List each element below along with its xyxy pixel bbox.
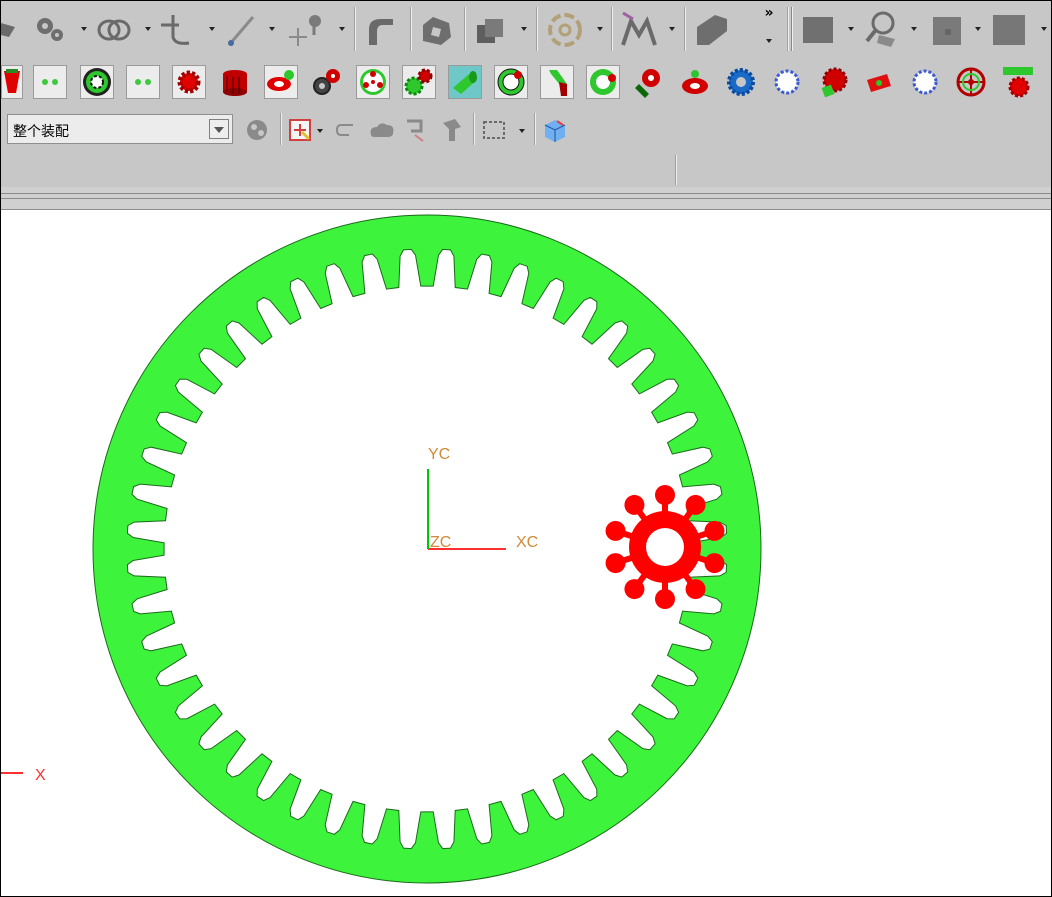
red-cylinder-gear-icon[interactable]	[218, 65, 252, 99]
green-red-gears-icon[interactable]	[402, 65, 436, 99]
arrow-icon[interactable]	[333, 119, 357, 141]
gear-settings-icon[interactable]	[31, 13, 69, 45]
gear-pair-icon[interactable]	[310, 65, 344, 99]
dropdown-arrow[interactable]	[669, 27, 675, 31]
dropdown-arrow[interactable]	[766, 39, 772, 43]
dropdown-arrow[interactable]	[339, 27, 345, 31]
dropdown-arrow[interactable]	[597, 27, 603, 31]
green-torus-icon[interactable]	[586, 65, 620, 99]
toolbar-grip[interactable]	[791, 7, 792, 51]
dropdown-arrow[interactable]	[81, 27, 87, 31]
move-icon[interactable]	[617, 9, 663, 49]
3d-box-icon[interactable]	[541, 117, 569, 143]
red-spur-gear-icon[interactable]	[172, 65, 206, 99]
red-gear-icon[interactable]	[1, 65, 23, 99]
separator	[280, 113, 281, 145]
planetary-gear-icon[interactable]	[356, 65, 390, 99]
view-icon[interactable]	[799, 11, 839, 49]
graphics-viewport[interactable]: XC YC ZC X	[1, 210, 1051, 896]
blue-outline-gear-icon[interactable]	[770, 65, 804, 99]
select-icon[interactable]	[287, 117, 313, 143]
dropdown-arrow[interactable]	[145, 27, 151, 31]
dots-icon[interactable]	[33, 65, 67, 99]
separator	[684, 7, 685, 51]
rectangle-select-icon[interactable]	[481, 117, 507, 143]
dropdown-arrow[interactable]	[269, 27, 275, 31]
fit-icon[interactable]	[989, 11, 1029, 49]
body-icon[interactable]	[415, 11, 459, 49]
dropdown-arrow[interactable]	[317, 129, 323, 133]
separator	[787, 7, 788, 51]
dropdown-arrow[interactable]	[911, 27, 917, 31]
dropdown-arrow[interactable]	[975, 27, 981, 31]
point-icon[interactable]	[285, 11, 329, 49]
separator	[473, 113, 474, 145]
sketch-line-icon[interactable]	[159, 11, 199, 49]
red-bevel-gear-icon[interactable]	[632, 65, 666, 99]
separator	[534, 113, 535, 145]
dropdown-arrow[interactable]	[519, 129, 525, 133]
selection-toolbar: 整个装配	[1, 105, 1051, 154]
cue-line	[1, 155, 675, 183]
separator	[410, 7, 411, 51]
separator	[464, 7, 465, 51]
main-toolbar: »	[1, 1, 1051, 60]
dropdown-arrow[interactable]	[521, 27, 527, 31]
separator	[536, 7, 537, 51]
curve-icon[interactable]	[223, 11, 259, 49]
rack-icon[interactable]	[540, 65, 574, 99]
dropdown-arrow[interactable]	[848, 27, 854, 31]
gear-scene[interactable]: XC YC ZC X	[1, 210, 1051, 896]
cue-line-bar	[1, 153, 1051, 188]
nx-window: » 整个装配 XC YC ZC X	[0, 0, 1052, 897]
spring-icon[interactable]	[95, 13, 135, 47]
wheel-icon[interactable]	[954, 65, 988, 99]
red-worm-gear-icon[interactable]	[816, 65, 850, 99]
shaft-icon[interactable]	[448, 65, 482, 99]
feature-operation-icon[interactable]	[1, 15, 17, 43]
zc-axis-label: ZC	[430, 534, 451, 551]
assembly-filter-value: 整个装配	[13, 124, 69, 140]
absolute-x-axis-label: X	[35, 767, 46, 784]
internal-gear-icon[interactable]	[80, 65, 114, 99]
toolbar-overflow-button[interactable]: »	[759, 5, 779, 21]
dropdown-arrow[interactable]	[1041, 27, 1047, 31]
chevron-down-icon[interactable]	[209, 119, 229, 139]
gear-toolbar	[1, 59, 1051, 106]
assembly-filter-select[interactable]: 整个装配	[7, 114, 233, 144]
green-red-rack-icon[interactable]	[1000, 65, 1034, 99]
yc-axis-label: YC	[428, 446, 450, 463]
red-ring-gear-icon[interactable]	[264, 65, 298, 99]
separator	[675, 155, 676, 185]
resize-splitter[interactable]	[1, 187, 1051, 210]
red-torus-icon[interactable]	[678, 65, 712, 99]
red-helical-gear-icon[interactable]	[862, 65, 896, 99]
copy-icon[interactable]	[471, 11, 511, 49]
assembly-view-icon[interactable]	[243, 117, 271, 143]
rotate-pattern-icon[interactable]	[543, 11, 589, 49]
layer-icon[interactable]	[927, 11, 967, 49]
separator	[611, 7, 612, 51]
dropdown-arrow[interactable]	[209, 27, 215, 31]
boolean-icon[interactable]	[691, 9, 735, 49]
status-line	[677, 155, 1051, 183]
separator	[354, 7, 355, 51]
blend-icon[interactable]	[361, 11, 401, 49]
hand-icon[interactable]	[437, 115, 465, 143]
green-ring-icon[interactable]	[494, 65, 528, 99]
constraint-icon[interactable]	[401, 115, 429, 143]
zoom-icon[interactable]	[861, 9, 901, 49]
xc-axis-label: XC	[516, 534, 538, 551]
dots-icon[interactable]	[126, 65, 160, 99]
cloud-icon[interactable]	[367, 119, 395, 141]
blue-outline-gear-icon[interactable]	[908, 65, 942, 99]
blue-gear-icon[interactable]	[724, 65, 758, 99]
